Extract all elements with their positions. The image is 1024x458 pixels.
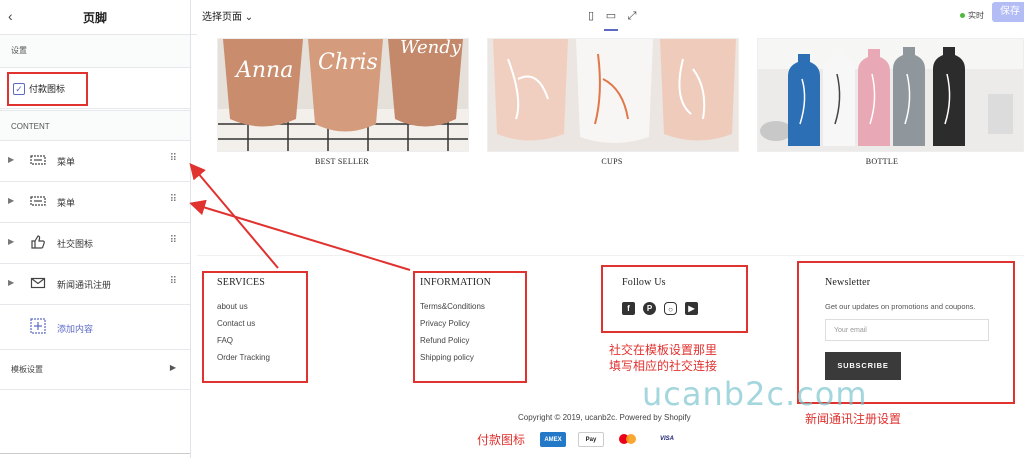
- highlight-services-box: [202, 271, 308, 383]
- sidebar-footer: [0, 453, 190, 458]
- store-preview: Anna Chris Wendy BEST SELLER CUPS BOTTLE…: [197, 34, 1024, 458]
- annotation-social: 社交在模板设置那里 填写相应的社交连接: [609, 343, 718, 373]
- menu-block-icon: [30, 196, 46, 206]
- expand-caret-icon[interactable]: ▶: [8, 237, 14, 246]
- chevron-down-icon: ⌄: [244, 12, 254, 23]
- tumblers-image: [488, 39, 738, 151]
- sidebar-item-label: 菜单: [57, 157, 76, 167]
- footer-divider: [197, 255, 1024, 256]
- svg-text:Anna: Anna: [234, 58, 293, 83]
- payment-icons-row: AMEX Pay VISA: [540, 432, 680, 447]
- drag-handle-icon[interactable]: ⠿: [170, 153, 177, 164]
- add-content-label: 添加内容: [57, 324, 94, 334]
- mobile-view-icon[interactable]: ▯: [584, 9, 598, 23]
- sidebar-title: 页脚: [82, 11, 107, 25]
- svg-text:Chris: Chris: [318, 50, 378, 75]
- sidebar-item-menu-2[interactable]: ▶ 菜单 ⠿: [0, 182, 190, 223]
- editor-topbar: 选择页面 ⌄ ▯ ▭ ⤢ 实时 保存: [191, 0, 1024, 35]
- page-selector[interactable]: 选择页面 ⌄: [202, 8, 253, 23]
- payment-icons-label: 付款图标: [29, 84, 66, 94]
- product-caption[interactable]: BEST SELLER: [242, 157, 442, 166]
- product-image-cups[interactable]: [487, 38, 739, 152]
- drag-handle-icon[interactable]: ⠿: [170, 194, 177, 205]
- save-button[interactable]: 保存: [992, 2, 1024, 22]
- apple-pay-icon: Pay: [578, 432, 604, 447]
- expand-caret-icon[interactable]: ▶: [8, 155, 14, 164]
- thumbs-up-icon: [31, 235, 45, 249]
- svg-text:Wendy: Wendy: [400, 39, 462, 58]
- drag-handle-icon[interactable]: ⠿: [170, 276, 177, 287]
- product-caption[interactable]: BOTTLE: [782, 157, 982, 166]
- sidebar-header: ‹ 页脚: [0, 0, 190, 35]
- add-block-icon: [30, 318, 46, 334]
- expand-caret-icon[interactable]: ▶: [8, 278, 14, 287]
- fullscreen-view-icon[interactable]: ⤢: [625, 9, 639, 23]
- product-caption[interactable]: CUPS: [512, 157, 712, 166]
- sidebar-item-social-icons[interactable]: ▶ 社交图标 ⠿: [0, 223, 190, 264]
- sidebar-item-label: 社交图标: [57, 239, 94, 249]
- product-image-bottle[interactable]: [757, 38, 1024, 152]
- amex-icon: AMEX: [540, 432, 566, 447]
- menu-block-icon: [30, 155, 46, 165]
- content-section-label: CONTENT: [0, 110, 190, 141]
- template-settings[interactable]: 模板设置 ▶: [0, 350, 190, 390]
- envelope-icon: [30, 277, 46, 289]
- highlight-information-box: [413, 271, 527, 383]
- copyright-text: Copyright © 2019, ucanb2c. Powered by Sh…: [518, 413, 691, 422]
- settings-section-label: 设置: [0, 35, 190, 68]
- chevron-right-icon: ▶: [169, 363, 176, 372]
- visa-icon: VISA: [659, 436, 674, 442]
- sidebar-item-label: 新闻通讯注册: [57, 280, 112, 290]
- water-bottles-image: [758, 39, 1023, 151]
- page-selector-label: 选择页面: [202, 12, 242, 23]
- add-content-button[interactable]: 添加内容: [0, 305, 190, 350]
- sidebar-item-newsletter[interactable]: ▶ 新闻通讯注册 ⠿: [0, 264, 190, 305]
- sidebar-item-menu-1[interactable]: ▶ 菜单 ⠿: [0, 141, 190, 182]
- live-dot-icon: [960, 13, 965, 19]
- drag-handle-icon[interactable]: ⠿: [170, 235, 177, 246]
- desktop-view-icon[interactable]: ▭: [604, 9, 618, 31]
- annotation-newsletter: 新闻通讯注册设置: [805, 412, 902, 426]
- annotation-payment: 付款图标: [477, 433, 526, 447]
- watermark: ucanb2c.com: [642, 375, 868, 413]
- payment-icons-checkbox[interactable]: ✓: [13, 83, 25, 95]
- expand-caret-icon[interactable]: ▶: [8, 196, 14, 205]
- live-label: 实时: [968, 11, 984, 20]
- sidebar: ‹ 页脚 设置 ✓ 付款图标 CONTENT ▶ 菜单 ⠿ ▶ 菜单 ⠿ ▶ 社…: [0, 0, 191, 458]
- sidebar-item-label: 菜单: [57, 198, 76, 208]
- copper-cups-image: Anna Chris Wendy: [218, 39, 468, 151]
- mastercard-icon: [616, 432, 642, 447]
- highlight-follow-box: [601, 265, 748, 333]
- template-settings-label: 模板设置: [11, 365, 43, 374]
- live-status: 实时: [960, 10, 984, 21]
- product-image-best-seller[interactable]: Anna Chris Wendy: [217, 38, 469, 152]
